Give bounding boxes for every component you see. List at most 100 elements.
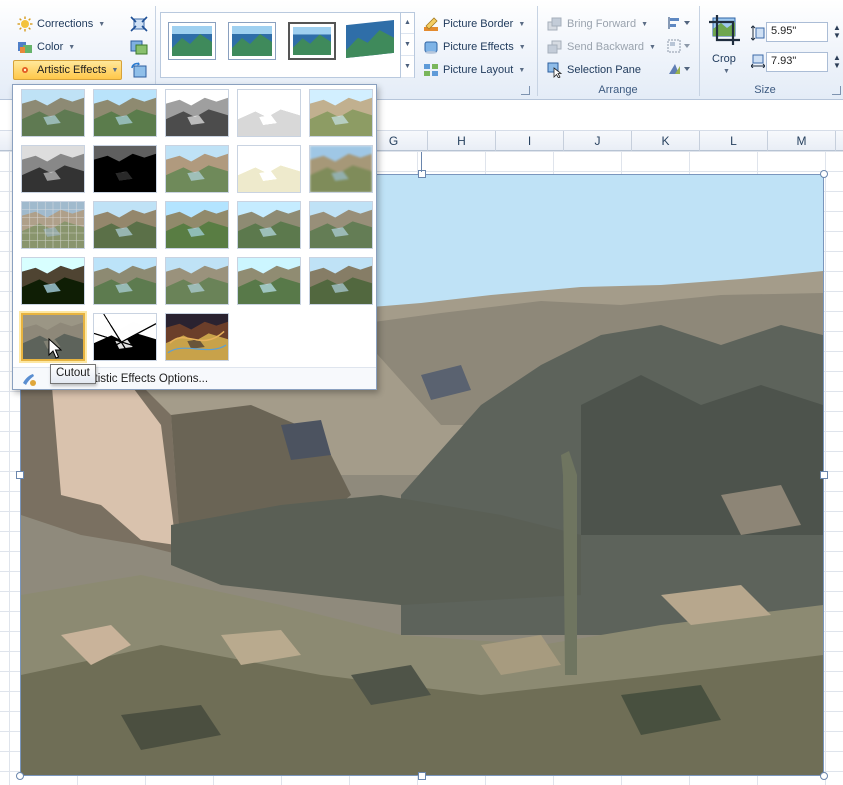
color-button[interactable]: Color ▼ — [14, 37, 78, 57]
artistic-effect-thumbnail[interactable] — [309, 257, 373, 305]
column-header-j[interactable]: J — [564, 131, 632, 151]
send-backward-button[interactable]: Send Backward ▼ — [544, 37, 659, 57]
align-icon[interactable] — [667, 16, 693, 30]
height-spinner[interactable]: ▲ ▼ — [833, 24, 841, 40]
mouse-pointer-icon — [48, 338, 62, 359]
artistic-effect-thumbnail[interactable] — [165, 313, 229, 361]
artistic-effects-button[interactable]: Artistic Effects ▼ — [13, 60, 123, 80]
send-backward-icon — [547, 40, 562, 54]
picture-effects-label: Picture Effects — [443, 41, 514, 53]
gallery-scroll[interactable]: ▲ ▼ ▼ — [400, 12, 414, 78]
artistic-effect-thumbnail[interactable] — [237, 201, 301, 249]
artistic-effect-thumbnail[interactable] — [309, 145, 373, 193]
group-separator — [537, 6, 538, 96]
picture-effects-button[interactable]: Picture Effects ▼ — [420, 37, 529, 57]
effect-tooltip: Cutout — [50, 364, 96, 384]
height-icon — [751, 25, 765, 41]
chevron-down-icon: ▼ — [98, 20, 106, 28]
resize-handle-left[interactable] — [16, 471, 24, 479]
crop-icon[interactable] — [707, 14, 743, 46]
chevron-down-icon: ▼ — [111, 66, 119, 74]
color-icon — [18, 42, 32, 53]
column-header-i[interactable]: I — [496, 131, 564, 151]
picture-layout-icon — [424, 64, 438, 76]
resize-handle-bottom-right[interactable] — [820, 772, 828, 780]
picture-style-thumbnail[interactable] — [346, 20, 394, 58]
group-separator — [155, 6, 156, 96]
artistic-effect-thumbnail[interactable] — [309, 89, 373, 137]
artistic-effect-thumbnail[interactable] — [165, 257, 229, 305]
resize-handle-top[interactable] — [418, 170, 426, 178]
gallery-more-button[interactable]: ▼ — [401, 56, 414, 78]
shape-width-input[interactable]: 7.93" — [766, 52, 828, 72]
artistic-effects-icon — [22, 67, 28, 73]
artistic-effects-label: Artistic Effects — [37, 64, 107, 76]
resize-handle-bottom[interactable] — [418, 772, 426, 780]
picture-style-thumbnail[interactable] — [288, 22, 336, 60]
artistic-effect-thumbnail[interactable] — [21, 257, 85, 305]
change-picture-icon[interactable] — [130, 39, 148, 55]
bring-forward-icon — [547, 17, 562, 31]
resize-handle-right[interactable] — [820, 471, 828, 479]
gallery-scroll-down[interactable]: ▼ — [401, 34, 414, 56]
artistic-effect-thumbnail[interactable] — [165, 145, 229, 193]
selection-pane-button[interactable]: Selection Pane — [544, 60, 644, 80]
picture-styles-dialog-launcher[interactable] — [521, 86, 530, 95]
chevron-down-icon: ▼ — [518, 43, 526, 51]
chevron-down-icon: ▼ — [649, 43, 656, 51]
picture-border-button[interactable]: Picture Border ▼ — [420, 14, 528, 34]
selection-pane-icon — [547, 62, 563, 78]
width-icon — [751, 54, 765, 68]
artistic-effects-options-label: Artistic Effects Options... — [83, 372, 209, 385]
width-spinner[interactable]: ▲ ▼ — [833, 54, 841, 70]
artistic-effect-thumbnail[interactable] — [237, 257, 301, 305]
artistic-effect-thumbnail[interactable] — [93, 257, 157, 305]
crop-label: Crop — [712, 53, 736, 65]
chevron-down-icon: ▼ — [518, 66, 526, 74]
corrections-icon — [17, 16, 33, 32]
group-objects-icon[interactable] — [667, 39, 693, 53]
artistic-effect-thumbnail[interactable] — [93, 201, 157, 249]
artistic-effect-thumbnail[interactable] — [21, 201, 85, 249]
chevron-down-icon: ▼ — [68, 43, 76, 51]
rotation-handle-stem — [421, 152, 422, 172]
artistic-effect-thumbnail[interactable] — [165, 89, 229, 137]
size-dialog-launcher[interactable] — [832, 86, 841, 95]
corrections-button[interactable]: Corrections ▼ — [14, 14, 108, 34]
column-header-h[interactable]: H — [428, 131, 496, 151]
group-separator — [699, 6, 700, 96]
artistic-effect-thumbnail[interactable] — [237, 145, 301, 193]
corrections-label: Corrections — [37, 18, 94, 30]
column-header-l[interactable]: L — [700, 131, 768, 151]
picture-border-label: Picture Border — [443, 18, 514, 30]
rotate-icon[interactable] — [667, 62, 693, 76]
picture-style-thumbnail[interactable] — [228, 22, 276, 60]
picture-layout-button[interactable]: Picture Layout ▼ — [420, 60, 528, 80]
size-group-label: Size — [754, 84, 776, 96]
arrange-group-label: Arrange — [598, 84, 638, 96]
resize-handle-top-right[interactable] — [820, 170, 828, 178]
column-header-k[interactable]: K — [632, 131, 700, 151]
gallery-scroll-up[interactable]: ▲ — [401, 12, 414, 34]
pencil-icon — [424, 17, 438, 31]
send-backward-label: Send Backward — [567, 41, 645, 53]
artistic-effect-thumbnail[interactable] — [93, 145, 157, 193]
artistic-effect-thumbnail[interactable] — [93, 89, 157, 137]
artistic-effect-thumbnail[interactable] — [165, 201, 229, 249]
compress-pictures-icon[interactable] — [130, 16, 148, 32]
column-header-m[interactable]: M — [768, 131, 836, 151]
artistic-effect-thumbnail[interactable] — [21, 89, 85, 137]
artistic-effect-thumbnail[interactable] — [237, 89, 301, 137]
bring-forward-button[interactable]: Bring Forward ▼ — [544, 14, 651, 34]
resize-handle-bottom-left[interactable] — [16, 772, 24, 780]
shape-height-input[interactable]: 5.95" — [766, 22, 828, 42]
artistic-effect-thumbnail[interactable] — [21, 145, 85, 193]
bring-forward-label: Bring Forward — [567, 18, 637, 30]
artistic-effects-options-icon — [23, 374, 36, 386]
artistic-effect-thumbnail[interactable] — [309, 201, 373, 249]
picture-style-thumbnail[interactable] — [168, 22, 216, 60]
reset-picture-icon[interactable] — [130, 62, 148, 78]
picture-effects-icon — [424, 41, 438, 54]
chevron-down-icon: ▼ — [518, 20, 526, 28]
artistic-effect-thumbnail[interactable] — [93, 313, 157, 361]
